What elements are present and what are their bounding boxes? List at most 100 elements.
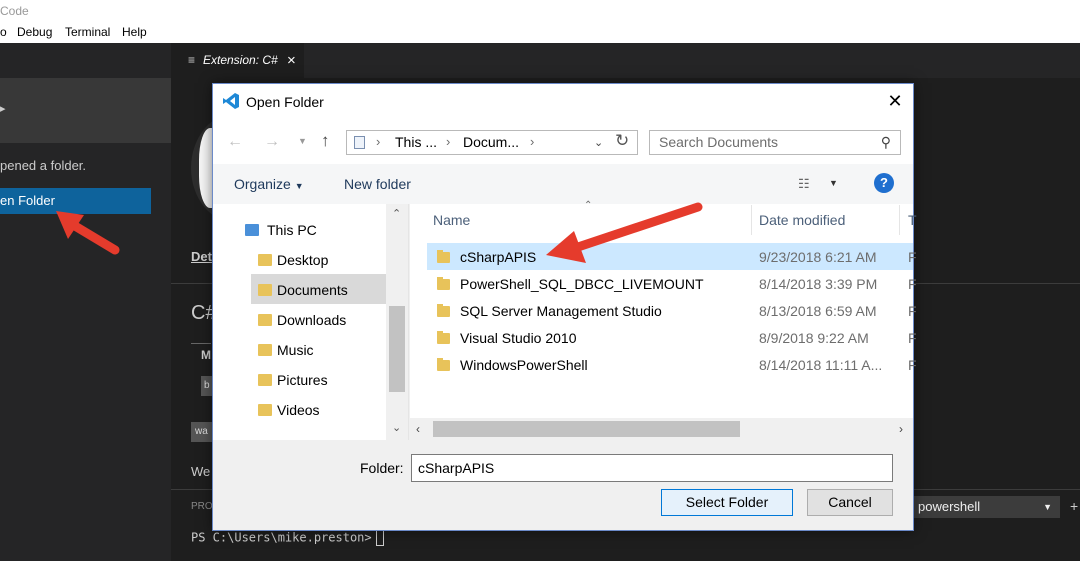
column-divider <box>751 205 752 235</box>
nav-item-label: This PC <box>267 222 317 238</box>
tab-bar <box>171 43 1080 78</box>
file-row[interactable]: WindowsPowerShell 8/14/2018 11:11 A... F <box>427 351 917 378</box>
scroll-up-icon[interactable]: ⌃ <box>392 207 401 220</box>
sidebar-header: ▸ <box>0 78 171 143</box>
back-arrow-icon[interactable]: ← <box>227 133 243 151</box>
file-row[interactable]: Visual Studio 2010 8/9/2018 9:22 AM F <box>427 324 917 351</box>
details-link[interactable]: Det <box>191 249 212 264</box>
nav-item-label: Videos <box>277 402 320 418</box>
chevron-down-icon: ▼ <box>294 181 304 191</box>
refresh-icon[interactable]: ↻ <box>615 131 629 151</box>
shell-select[interactable]: powershell ▼ <box>912 496 1060 518</box>
file-name: SQL Server Management Studio <box>460 303 662 319</box>
file-row[interactable]: PowerShell_SQL_DBCC_LIVEMOUNT 8/14/2018 3… <box>427 270 917 297</box>
column-header-type[interactable]: T <box>908 212 917 228</box>
scroll-right-icon[interactable]: › <box>899 422 903 436</box>
file-type: F <box>908 249 917 265</box>
file-type: F <box>908 357 917 373</box>
heading-underline <box>191 343 211 344</box>
documents-folder-icon <box>258 284 272 296</box>
collapse-icon[interactable]: ▸ <box>0 102 6 115</box>
menu-item-go[interactable]: o <box>0 22 7 43</box>
file-type: F <box>908 303 917 319</box>
menu-bar: o Debug Terminal Help <box>0 22 1080 43</box>
search-icon: ⚲ <box>880 134 891 150</box>
tab-close-icon[interactable]: × <box>287 43 296 78</box>
folder-label: Folder: <box>360 460 404 476</box>
file-date: 9/23/2018 6:21 AM <box>759 249 877 265</box>
organize-label: Organize <box>234 176 291 192</box>
chevron-down-icon[interactable]: ▼ <box>829 178 838 188</box>
tab-label: Extension: C# <box>203 53 278 67</box>
window-title: Code <box>0 4 29 18</box>
file-type: F <box>908 330 917 346</box>
no-folder-message: pened a folder. <box>0 158 87 173</box>
menu-item-help[interactable]: Help <box>122 22 147 43</box>
folder-input-value: cSharpAPIS <box>418 460 495 476</box>
folder-icon <box>437 277 450 290</box>
file-name: PowerShell_SQL_DBCC_LIVEMOUNT <box>460 276 704 292</box>
preview-icon: ≡ <box>188 53 196 67</box>
nav-item-label: Downloads <box>277 312 347 328</box>
annotation-arrow-csharpapis <box>546 202 703 263</box>
documents-location-icon <box>354 136 365 149</box>
nav-item-label: Documents <box>277 282 348 298</box>
scroll-left-icon[interactable]: ‹ <box>416 422 420 436</box>
folder-icon <box>437 304 450 317</box>
chevron-down-icon: ▼ <box>1043 502 1052 512</box>
terminal-line[interactable]: PS C:\Users\mike.preston> <box>191 530 384 546</box>
folder-icon <box>437 331 450 344</box>
organize-button[interactable]: Organize ▼ <box>234 176 304 192</box>
nav-item-label: Pictures <box>277 372 328 388</box>
select-folder-button[interactable]: Select Folder <box>661 489 793 516</box>
menu-item-debug[interactable]: Debug <box>17 22 52 43</box>
nav-scroll-thumb[interactable] <box>389 306 405 392</box>
file-date: 8/14/2018 3:39 PM <box>759 276 878 292</box>
downloads-folder-icon <box>258 314 272 326</box>
music-folder-icon <box>258 344 272 356</box>
cancel-button[interactable]: Cancel <box>807 489 893 516</box>
annotation-arrow-open-folder <box>56 211 120 255</box>
file-name: cSharpAPIS <box>460 249 537 265</box>
chevron-down-icon[interactable]: ⌄ <box>594 136 603 149</box>
desktop-folder-icon <box>258 254 272 266</box>
tab-extension-csharp[interactable]: ≡ Extension: C# × <box>171 43 304 78</box>
readme-text: M <box>201 348 211 362</box>
folder-input[interactable]: cSharpAPIS <box>411 454 893 482</box>
breadcrumb-separator-icon: › <box>446 134 451 149</box>
file-date: 8/9/2018 9:22 AM <box>759 330 869 346</box>
folder-icon <box>437 250 450 263</box>
breadcrumb-documents[interactable]: Docum... <box>463 134 519 150</box>
search-input[interactable]: Search Documents ⚲ <box>649 130 901 155</box>
terminal-prompt: PS C:\Users\mike.preston> <box>191 530 372 545</box>
forward-arrow-icon[interactable]: → <box>264 133 280 151</box>
column-divider <box>899 205 900 235</box>
close-icon[interactable]: ✕ <box>884 90 906 112</box>
up-arrow-icon[interactable]: ↑ <box>321 131 330 151</box>
breadcrumb-this-pc[interactable]: This ... <box>395 134 437 150</box>
title-bar: Code <box>0 0 1080 22</box>
column-header-name[interactable]: Name <box>433 212 470 228</box>
panel-tab-problems[interactable]: PRO <box>191 501 213 512</box>
pictures-folder-icon <box>258 374 272 386</box>
new-folder-button[interactable]: New folder <box>344 176 411 192</box>
view-options-icon[interactable]: ☷ <box>798 176 810 192</box>
file-name: Visual Studio 2010 <box>460 330 577 346</box>
recent-locations-icon[interactable]: ▼ <box>298 136 307 146</box>
add-terminal-icon[interactable]: + <box>1070 498 1078 514</box>
menu-item-terminal[interactable]: Terminal <box>65 22 110 43</box>
file-hscroll-thumb[interactable] <box>433 421 740 437</box>
file-name: WindowsPowerShell <box>460 357 588 373</box>
file-date: 8/14/2018 11:11 A... <box>759 357 883 373</box>
breadcrumb-separator-icon: › <box>530 134 535 149</box>
file-date: 8/13/2018 6:59 AM <box>759 303 877 319</box>
help-icon[interactable]: ? <box>874 173 894 193</box>
welcome-text: We <box>191 464 211 479</box>
file-row[interactable]: SQL Server Management Studio 8/13/2018 6:… <box>427 297 917 324</box>
nav-item-label: Desktop <box>277 252 329 268</box>
address-bar[interactable]: › This ... › Docum... › ⌄ ↻ <box>346 130 638 155</box>
column-header-date[interactable]: Date modified <box>759 212 845 228</box>
scroll-down-icon[interactable]: ⌄ <box>392 421 401 434</box>
vscode-logo-icon <box>222 92 240 113</box>
nav-item-label: Music <box>277 342 314 358</box>
